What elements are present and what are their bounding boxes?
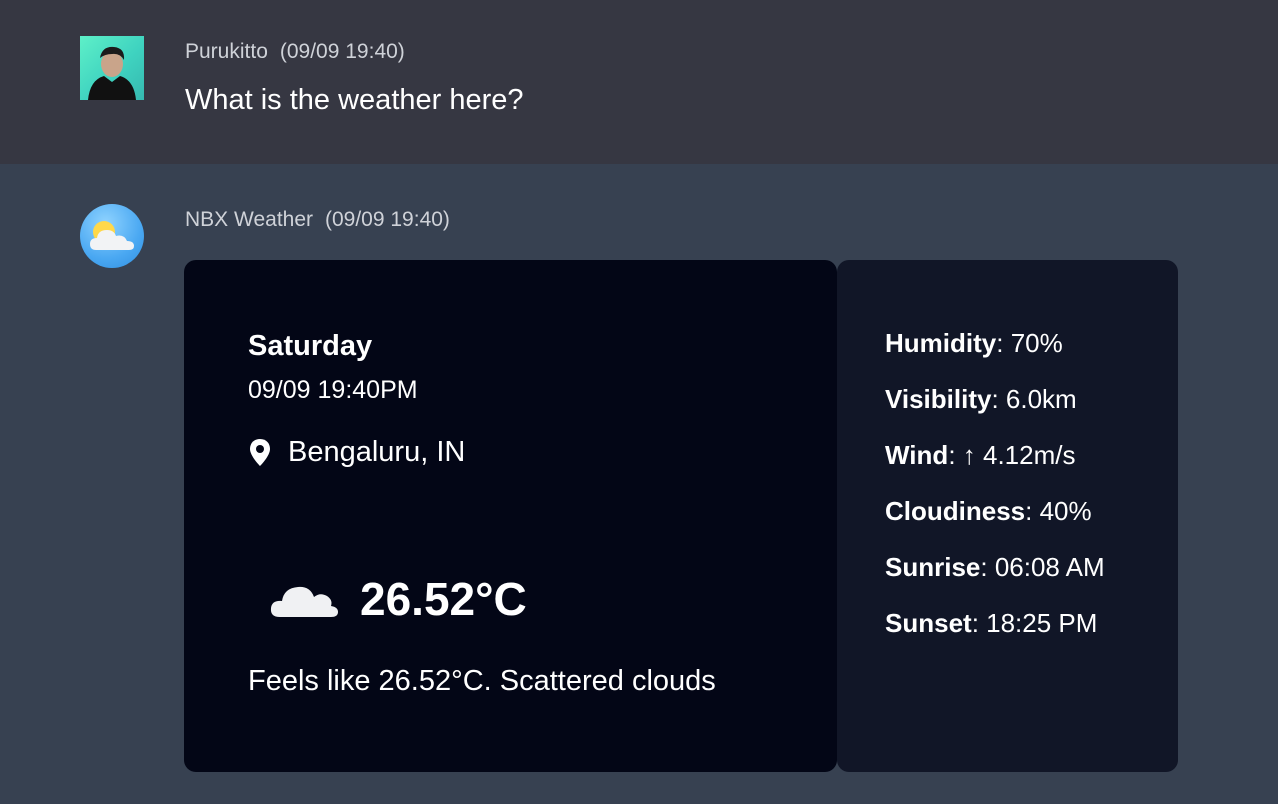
user-author-line: Purukitto (09/09 19:40) [185,40,405,64]
weather-location: Bengaluru, IN [248,436,465,469]
stat-wind: Wind: ↑ 4.12m/s [885,440,1076,470]
stat-visibility: Visibility: 6.0km [885,384,1077,414]
user-timestamp: (09/09 19:40) [279,40,405,63]
bot-message: NBX Weather (09/09 19:40) Saturday 09/09 … [0,164,1278,804]
weather-description: Feels like 26.52°C. Scattered clouds [248,665,716,697]
partly-cloudy-icon [90,221,134,250]
temperature-value: 26.52°C [360,573,527,625]
location-text: Bengaluru, IN [288,436,466,468]
stat-sunrise: Sunrise: 06:08 AM [885,552,1105,582]
weather-main-card: Saturday 09/09 19:40PM Bengaluru, IN 26.… [184,260,837,772]
user-avatar[interactable] [80,36,144,100]
stat-cloudiness: Cloudiness: 40% [885,496,1092,526]
stat-humidity: Humidity: 70% [885,328,1063,358]
temperature-row: 26.52°C [268,572,527,626]
bot-author-line: NBX Weather (09/09 19:40) [185,208,450,232]
weather-datetime: 09/09 19:40PM [248,376,418,404]
location-pin-icon [250,438,270,466]
cloud-icon [270,586,338,617]
weather-stats-card: Humidity: 70% Visibility: 6.0km Wind: ↑ … [837,260,1178,772]
weather-day: Saturday [248,330,373,362]
person-avatar-image [88,46,136,100]
user-message-text: What is the weather here? [185,84,524,116]
bot-timestamp: (09/09 19:40) [325,208,450,231]
user-message: Purukitto (09/09 19:40) What is the weath… [0,0,1278,164]
bot-name[interactable]: NBX Weather [185,208,313,231]
stat-sunset: Sunset: 18:25 PM [885,608,1098,638]
user-name[interactable]: Purukitto [185,40,268,63]
bot-avatar[interactable] [80,204,144,268]
